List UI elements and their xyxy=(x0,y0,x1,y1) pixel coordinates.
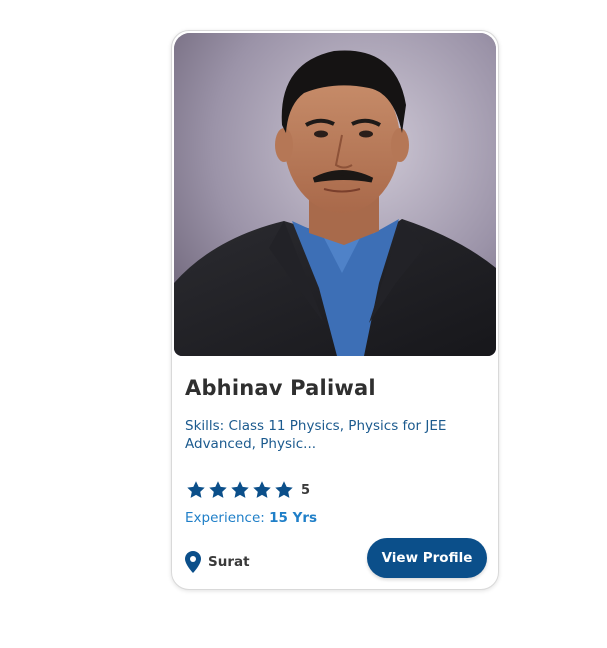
tutor-name: Abhinav Paliwal xyxy=(185,376,376,400)
experience-value: 15 Yrs xyxy=(269,510,318,526)
view-profile-button[interactable]: View Profile xyxy=(367,538,487,578)
location-pin-icon xyxy=(185,551,201,573)
rating-stars: 5 xyxy=(185,479,310,501)
location-city: Surat xyxy=(208,554,250,570)
tutor-photo xyxy=(174,33,496,356)
experience: Experience: 15 Yrs xyxy=(185,510,317,526)
location: Surat xyxy=(185,551,250,573)
star-icon xyxy=(275,481,293,498)
star-icon xyxy=(253,481,271,498)
star-icon xyxy=(187,481,205,498)
star-icon xyxy=(231,481,249,498)
rating-value: 5 xyxy=(301,482,311,498)
experience-label: Experience: xyxy=(185,510,265,526)
star-icon xyxy=(209,481,227,498)
tutor-card: Abhinav Paliwal Skills: Class 11 Physics… xyxy=(171,30,499,590)
tutor-skills: Skills: Class 11 Physics, Physics for JE… xyxy=(185,418,447,452)
